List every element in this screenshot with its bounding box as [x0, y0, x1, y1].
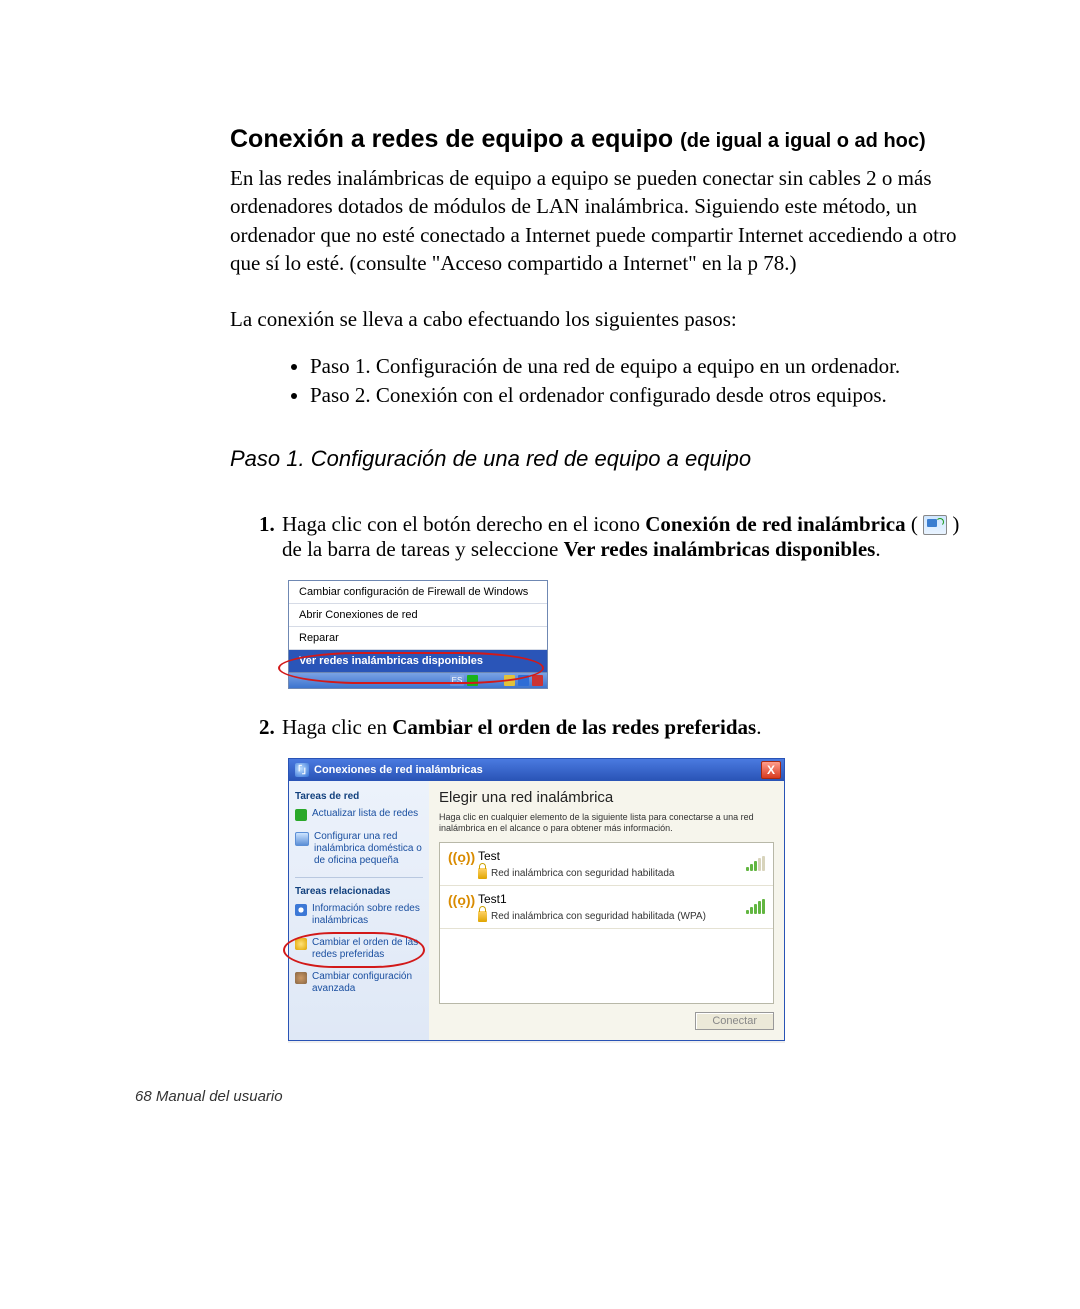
star-icon — [295, 938, 307, 950]
close-button[interactable]: X — [761, 761, 781, 779]
overview-item: Paso 1. Configuración de una red de equi… — [310, 354, 960, 379]
sidebar-item-label: Actualizar lista de redes — [312, 808, 418, 821]
network-item[interactable]: ((ọ)) Test1 Red inalámbrica con segurida… — [440, 886, 773, 929]
tray-icon[interactable] — [504, 675, 515, 686]
step1-text: ( — [906, 512, 924, 536]
leadin-paragraph: La conexión se lleva a cabo efectuando l… — [230, 305, 960, 333]
sidebar-heading-network-tasks: Tareas de red — [295, 791, 423, 802]
heading-sub: (de igual a igual o ad hoc) — [680, 130, 926, 152]
main-panel: Elegir una red inalámbrica Haga clic en … — [429, 781, 784, 1041]
sidebar-item-advanced[interactable]: Cambiar configuración avanzada — [295, 971, 423, 995]
network-list: ((ọ)) Test Red inalámbrica con seguridad… — [439, 842, 774, 1004]
menu-option-label: Ver redes inalámbricas disponibles — [564, 537, 876, 561]
sidebar-item-refresh[interactable]: Actualizar lista de redes — [295, 808, 423, 821]
window-icon: ｢｣ — [295, 763, 309, 777]
tray-wireless-icon[interactable] — [518, 675, 529, 686]
window-footer: Conectar — [439, 1004, 774, 1030]
context-menu: Cambiar configuración de Firewall de Win… — [288, 580, 548, 673]
step1-item-2: Haga clic en Cambiar el orden de las red… — [280, 715, 960, 1042]
tray-icon[interactable] — [532, 675, 543, 686]
step1-text: Haga clic con el botón derecho en el ico… — [282, 512, 645, 536]
sidebar-item-label: Cambiar configuración avanzada — [312, 971, 423, 995]
network-security: Red inalámbrica con seguridad habilitada — [491, 868, 674, 879]
tray-icon[interactable] — [467, 675, 478, 686]
ctxmenu-item-repair[interactable]: Reparar — [289, 627, 547, 650]
steps-overview-list: Paso 1. Configuración de una red de equi… — [230, 354, 960, 408]
change-order-label: Cambiar el orden de las redes preferidas — [392, 715, 756, 739]
step1-heading: Paso 1. Configuración de una red de equi… — [230, 446, 960, 472]
info-icon — [295, 904, 307, 916]
lock-icon — [478, 911, 487, 922]
section-heading: Conexión a redes de equipo a equipo (de … — [230, 125, 960, 154]
window-titlebar: ｢｣ Conexiones de red inalámbricas X — [289, 759, 784, 781]
step2-text: . — [756, 715, 761, 739]
sidebar-item-label: Cambiar el orden de las redes preferidas — [312, 937, 423, 961]
main-heading: Elegir una red inalámbrica — [439, 789, 774, 806]
context-menu-screenshot: Cambiar configuración de Firewall de Win… — [288, 580, 548, 689]
antenna-icon: ((ọ)) — [448, 892, 470, 908]
overview-item: Paso 2. Conexión con el ordenador config… — [310, 383, 960, 408]
wireless-icon-label: Conexión de red inalámbrica — [645, 512, 905, 536]
signal-strength-icon — [746, 900, 765, 914]
main-hint: Haga clic en cualquier elemento de la si… — [439, 812, 774, 835]
step1-ordered-list: Haga clic con el botón derecho en el ico… — [230, 512, 960, 1042]
wireless-connections-window: ｢｣ Conexiones de red inalámbricas X Tare… — [288, 758, 785, 1042]
step2-text: Haga clic en — [282, 715, 392, 739]
sidebar-item-label: Configurar una red inalámbrica doméstica… — [314, 831, 423, 867]
network-security: Red inalámbrica con seguridad habilitada… — [491, 911, 706, 922]
setup-network-icon — [295, 832, 309, 846]
step1-text: . — [875, 537, 880, 561]
gear-icon — [295, 972, 307, 984]
antenna-icon: ((ọ)) — [448, 849, 470, 865]
ctxmenu-item-firewall[interactable]: Cambiar configuración de Firewall de Win… — [289, 581, 547, 604]
sidebar-item-change-order[interactable]: Cambiar el orden de las redes preferidas — [295, 937, 423, 961]
network-name: Test — [478, 849, 738, 863]
window-title: Conexiones de red inalámbricas — [314, 764, 483, 776]
connect-button[interactable]: Conectar — [695, 1012, 774, 1030]
sidebar: Tareas de red Actualizar lista de redes … — [289, 781, 429, 1041]
page-number: 68 — [135, 1088, 152, 1105]
step1-item-1: Haga clic con el botón derecho en el ico… — [280, 512, 960, 689]
intro-paragraph: En las redes inalámbricas de equipo a eq… — [230, 164, 960, 277]
signal-strength-icon — [746, 857, 765, 871]
lang-indicator[interactable]: ES — [450, 675, 464, 686]
heading-main: Conexión a redes de equipo a equipo — [230, 125, 680, 153]
ctxmenu-item-open-connections[interactable]: Abrir Conexiones de red — [289, 604, 547, 627]
wireless-tray-icon — [923, 515, 947, 535]
refresh-icon — [295, 809, 307, 821]
sidebar-item-label: Información sobre redes inalámbricas — [312, 903, 423, 927]
taskbar-tray: ES — [288, 673, 548, 689]
sidebar-heading-related-tasks: Tareas relacionadas — [295, 886, 423, 897]
page-footer: 68 Manual del usuario — [135, 1088, 283, 1105]
ctxmenu-item-view-networks[interactable]: Ver redes inalámbricas disponibles — [289, 650, 547, 672]
sidebar-item-info[interactable]: Información sobre redes inalámbricas — [295, 903, 423, 927]
document-page: Conexión a redes de equipo a equipo (de … — [0, 0, 1080, 1309]
lock-icon — [478, 868, 487, 879]
network-item[interactable]: ((ọ)) Test Red inalámbrica con seguridad… — [440, 843, 773, 886]
sidebar-item-setup-network[interactable]: Configurar una red inalámbrica doméstica… — [295, 831, 423, 867]
network-name: Test1 — [478, 892, 738, 906]
footer-label: Manual del usuario — [152, 1088, 283, 1105]
